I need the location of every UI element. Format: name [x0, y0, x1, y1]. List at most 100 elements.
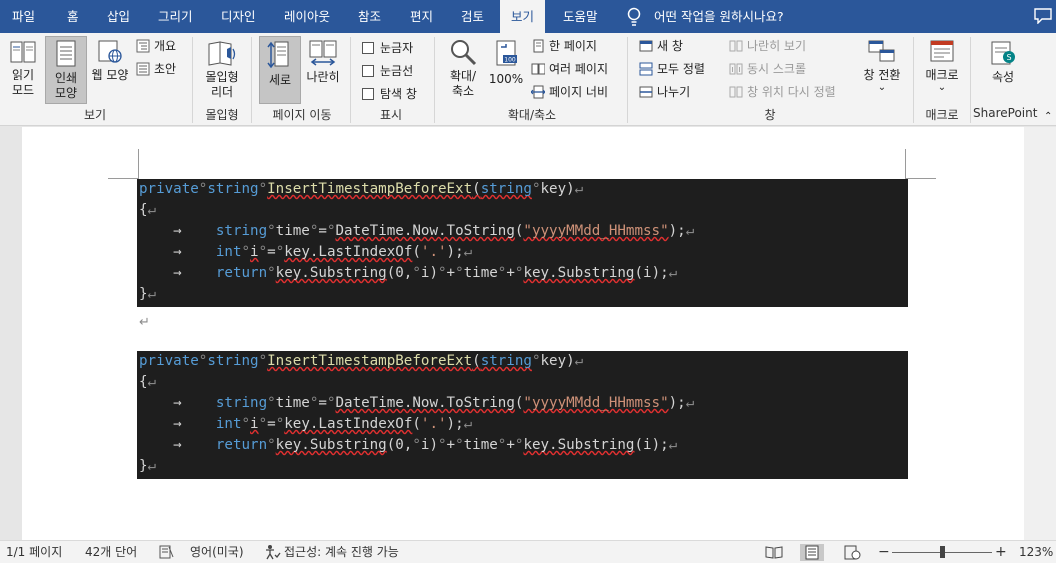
collapse-ribbon-icon[interactable]: ⌃ — [1044, 111, 1052, 122]
accessibility-status[interactable]: 접근성: 계속 진행 가능 — [284, 541, 399, 563]
method-call: key.LastIndexOf — [284, 244, 413, 260]
ruler-checkbox-box[interactable] — [362, 41, 374, 54]
view-side-by-side-button[interactable]: 나란히 보기 — [729, 38, 806, 54]
svg-text:S: S — [1006, 53, 1011, 62]
tab-draw[interactable]: 그리기 — [152, 0, 199, 33]
tell-me-search[interactable]: 어떤 작업을 원하시나요? — [654, 0, 784, 33]
vertical-scrollbar[interactable] — [1024, 127, 1056, 540]
tab-help[interactable]: 도움말 — [557, 0, 604, 33]
page-width-button[interactable]: 페이지 너비 — [531, 84, 608, 100]
page-count[interactable]: 1/1 페이지 — [6, 541, 62, 563]
zoom-slider-thumb[interactable] — [940, 546, 945, 558]
tab-layout[interactable]: 레이아웃 — [278, 0, 336, 33]
switch-windows-button[interactable]: 창 전환 ⌄ — [858, 39, 906, 105]
document-page[interactable]: private°string°InsertTimestampBeforeExt(… — [22, 127, 1024, 540]
print-layout-button[interactable]: 인쇄 모양 — [45, 36, 87, 104]
side-to-side-icon — [309, 40, 337, 66]
ruler-checkbox[interactable]: 눈금자 — [362, 39, 413, 56]
code-block[interactable]: private°string°InsertTimestampBeforeExt(… — [137, 351, 908, 479]
group-label-immersive: 몰입형 — [205, 108, 239, 122]
crop-mark — [138, 149, 139, 179]
accessibility-icon[interactable] — [263, 544, 281, 560]
vertical-page-movement-button[interactable]: 세로 — [259, 36, 301, 104]
operator: = — [267, 416, 276, 432]
zoom-button[interactable]: 확대/ 축소 — [444, 38, 482, 104]
variable: i — [250, 416, 259, 432]
side-to-side-button[interactable]: 나란히 — [303, 39, 343, 99]
comments-icon[interactable] — [1034, 8, 1052, 24]
zoom-100-button[interactable]: 100 100% — [487, 39, 525, 99]
navigation-pane-checkbox[interactable]: 탐색 창 — [362, 85, 417, 102]
immersive-reader-button[interactable]: 몰입형 리더 — [199, 39, 245, 103]
navigation-pane-label: 탐색 창 — [380, 87, 417, 101]
web-layout-button[interactable]: 웹 모양 — [88, 39, 132, 99]
magnifier-icon — [451, 40, 477, 66]
code-block[interactable]: private°string°InsertTimestampBeforeExt(… — [137, 179, 908, 307]
web-layout-view-icon[interactable] — [840, 544, 864, 561]
brace: { — [139, 202, 148, 218]
tab-insert[interactable]: 삽입 — [101, 0, 136, 33]
brace: } — [139, 458, 148, 474]
keyword: string — [207, 353, 259, 369]
group-separator — [627, 37, 628, 123]
keyword: string — [480, 353, 532, 369]
char-literal: '.' — [420, 244, 447, 260]
keyword: int — [215, 416, 242, 432]
zoom-label: 확대/ 축소 — [449, 69, 477, 98]
macros-label: 매크로 — [925, 68, 959, 82]
group-separator — [192, 37, 193, 123]
reset-window-position-button[interactable]: 창 위치 다시 정렬 — [729, 84, 836, 100]
code-line: → return°key.Substring(0,°i)°+°time°+°ke… — [139, 265, 678, 281]
read-mode-view-icon[interactable] — [762, 544, 786, 561]
tab-review[interactable]: 검토 — [455, 0, 490, 33]
tab-references[interactable]: 참조 — [352, 0, 387, 33]
gridlines-checkbox[interactable]: 눈금선 — [362, 62, 413, 79]
arguments: (i); — [634, 265, 669, 281]
draft-button[interactable]: 초안 — [136, 61, 176, 77]
split-button[interactable]: 나누기 — [639, 84, 690, 100]
parameter: key — [540, 181, 567, 197]
operator: = — [318, 395, 327, 411]
zoom-100-icon: 100 — [496, 40, 517, 66]
keyword: string — [215, 223, 268, 239]
zoom-100-label: 100% — [488, 72, 524, 86]
group-separator — [251, 37, 252, 123]
tab-design[interactable]: 디자인 — [215, 0, 262, 33]
punctuation: ); — [446, 244, 464, 260]
keyword: private — [139, 181, 199, 197]
page-width-label: 페이지 너비 — [549, 85, 609, 99]
paragraph-mark: ↵ — [139, 315, 150, 330]
zoom-out-button[interactable]: − — [878, 541, 890, 563]
properties-button[interactable]: S 속성 — [980, 39, 1026, 99]
word-count[interactable]: 42개 단어 — [85, 541, 137, 563]
tab-mailings[interactable]: 편지 — [404, 0, 439, 33]
navigation-pane-checkbox-box[interactable] — [362, 87, 374, 100]
outline-button[interactable]: 개요 — [136, 38, 176, 54]
tab-file[interactable]: 파일 — [6, 0, 41, 33]
tab-view[interactable]: 보기 — [500, 0, 546, 33]
zoom-percentage[interactable]: 123% — [1019, 541, 1053, 563]
synchronous-scrolling-button[interactable]: 동시 스크롤 — [729, 61, 806, 77]
print-layout-view-icon[interactable] — [800, 544, 824, 561]
char-literal: '.' — [420, 416, 447, 432]
zoom-in-button[interactable]: + — [995, 541, 1007, 563]
one-page-button[interactable]: 한 페이지 — [531, 38, 597, 54]
read-mode-button[interactable]: 읽기 모드 — [4, 39, 42, 103]
gridlines-checkbox-box[interactable] — [362, 64, 374, 77]
macros-button[interactable]: 매크로 ⌄ — [918, 39, 966, 105]
punctuation: ); — [668, 223, 686, 239]
new-window-button[interactable]: 새 창 — [639, 38, 683, 54]
arrange-all-button[interactable]: 모두 정렬 — [639, 61, 705, 77]
string-literal: "yyyyMMdd_HHmmss" — [523, 395, 669, 411]
variable: time — [275, 395, 310, 411]
multiple-pages-button[interactable]: 여러 페이지 — [531, 61, 608, 77]
proofing-icon[interactable] — [158, 545, 174, 559]
lightbulb-icon — [627, 7, 641, 26]
language-indicator[interactable]: 영어(미국) — [190, 541, 244, 563]
tab-home[interactable]: 홈 — [61, 0, 85, 33]
web-layout-icon — [98, 40, 122, 63]
code-line: {↵ — [139, 202, 157, 218]
draft-icon — [136, 62, 150, 76]
operator: = — [267, 244, 276, 260]
group-label-sharepoint: SharePoint — [973, 106, 1038, 120]
